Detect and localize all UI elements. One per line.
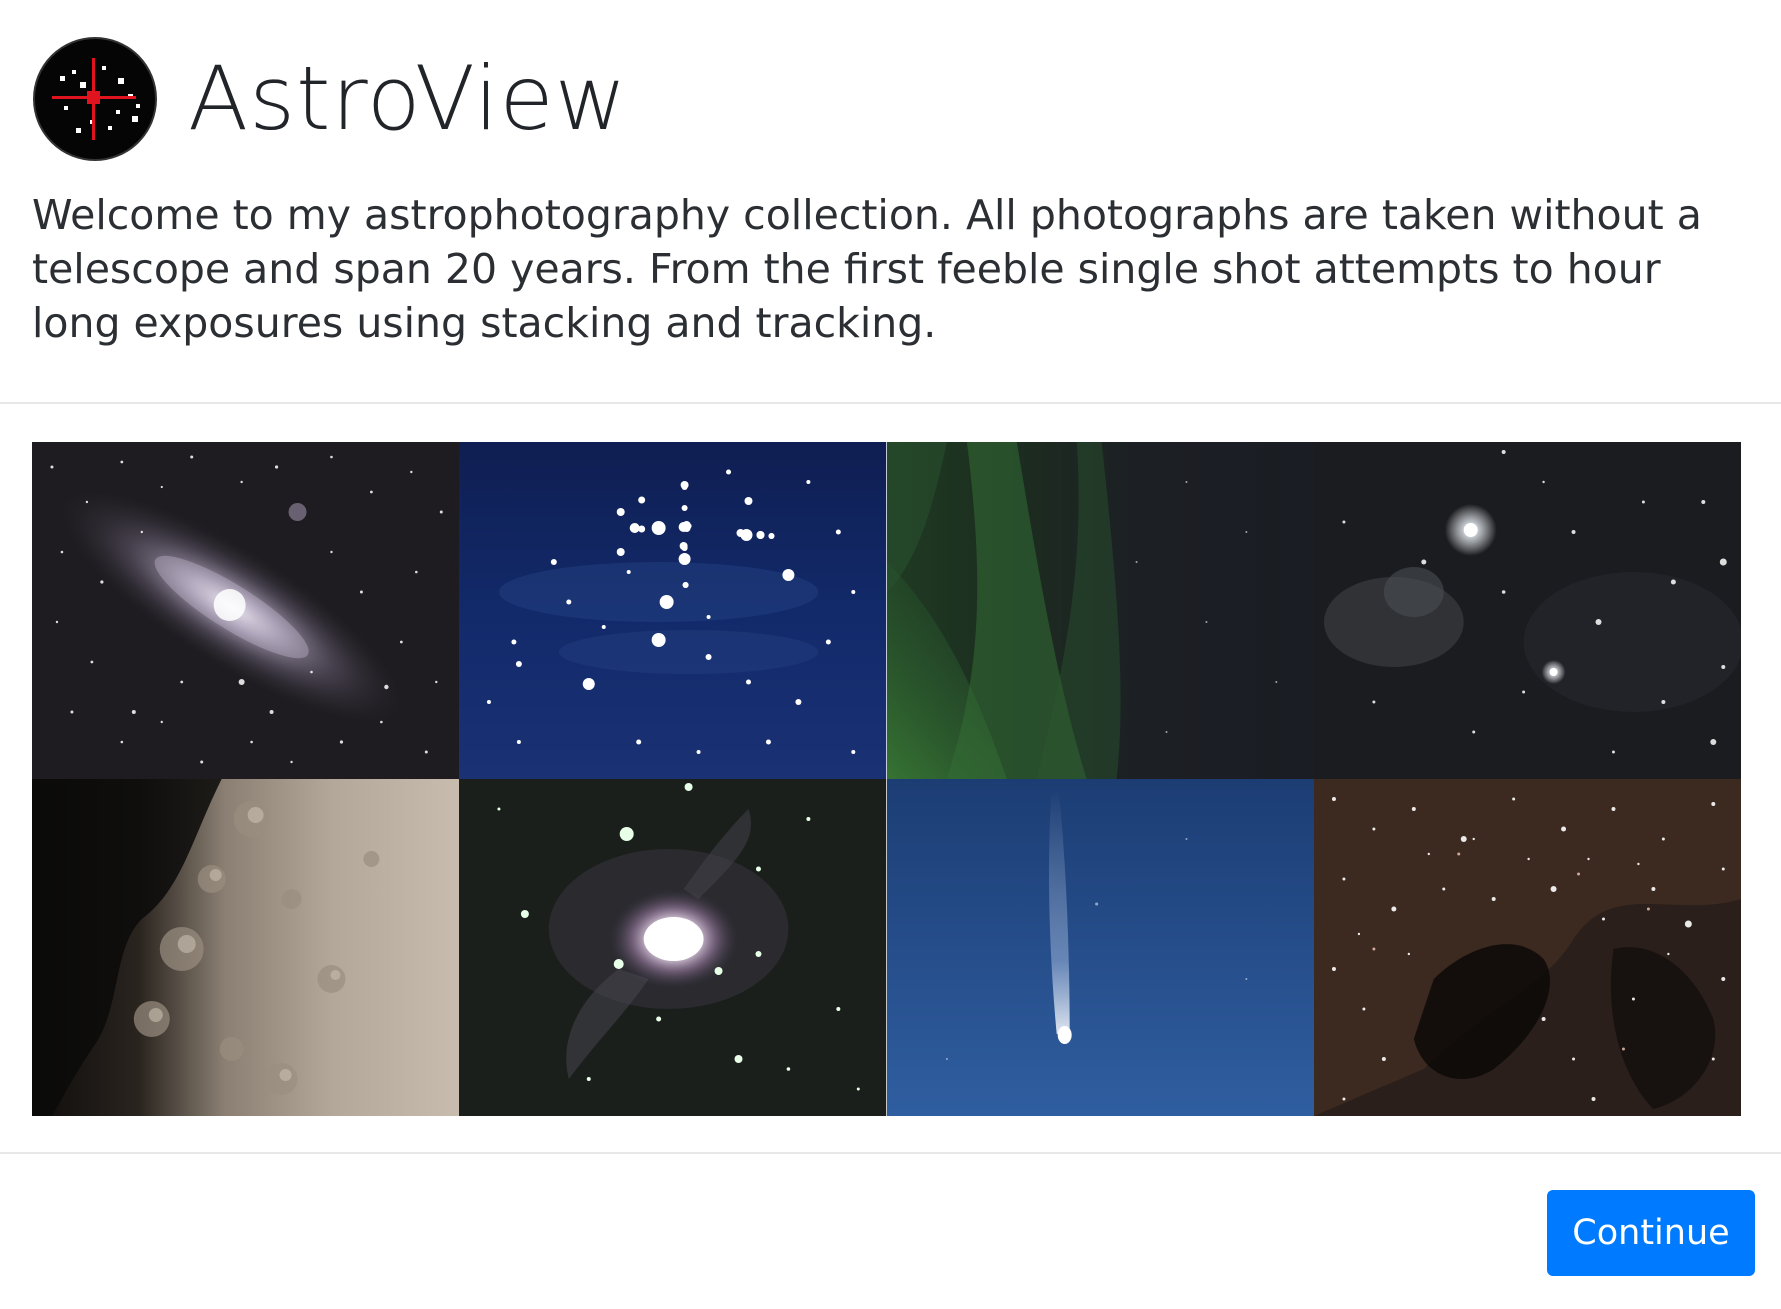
app-logo-icon [33,37,157,161]
app-title: AstroView [188,47,628,150]
photo-horsehead-nebula[interactable] [1313,442,1741,779]
photo-andromeda-galaxy[interactable] [32,442,460,779]
photo-moon-surface[interactable] [32,779,460,1116]
photo-orion-nebula[interactable] [459,779,887,1116]
continue-button[interactable]: Continue [1547,1190,1755,1276]
photo-pleiades-cluster[interactable] [459,442,887,779]
photo-gallery [32,442,1741,1116]
app-header: AstroView [32,36,628,162]
divider-bottom [0,1152,1781,1154]
divider-top [0,402,1781,404]
intro-text: Welcome to my astrophotography collectio… [32,191,1702,347]
photo-comet[interactable] [886,779,1314,1116]
photo-north-america-nebula[interactable] [1313,779,1741,1116]
photo-aurora[interactable] [886,442,1314,779]
